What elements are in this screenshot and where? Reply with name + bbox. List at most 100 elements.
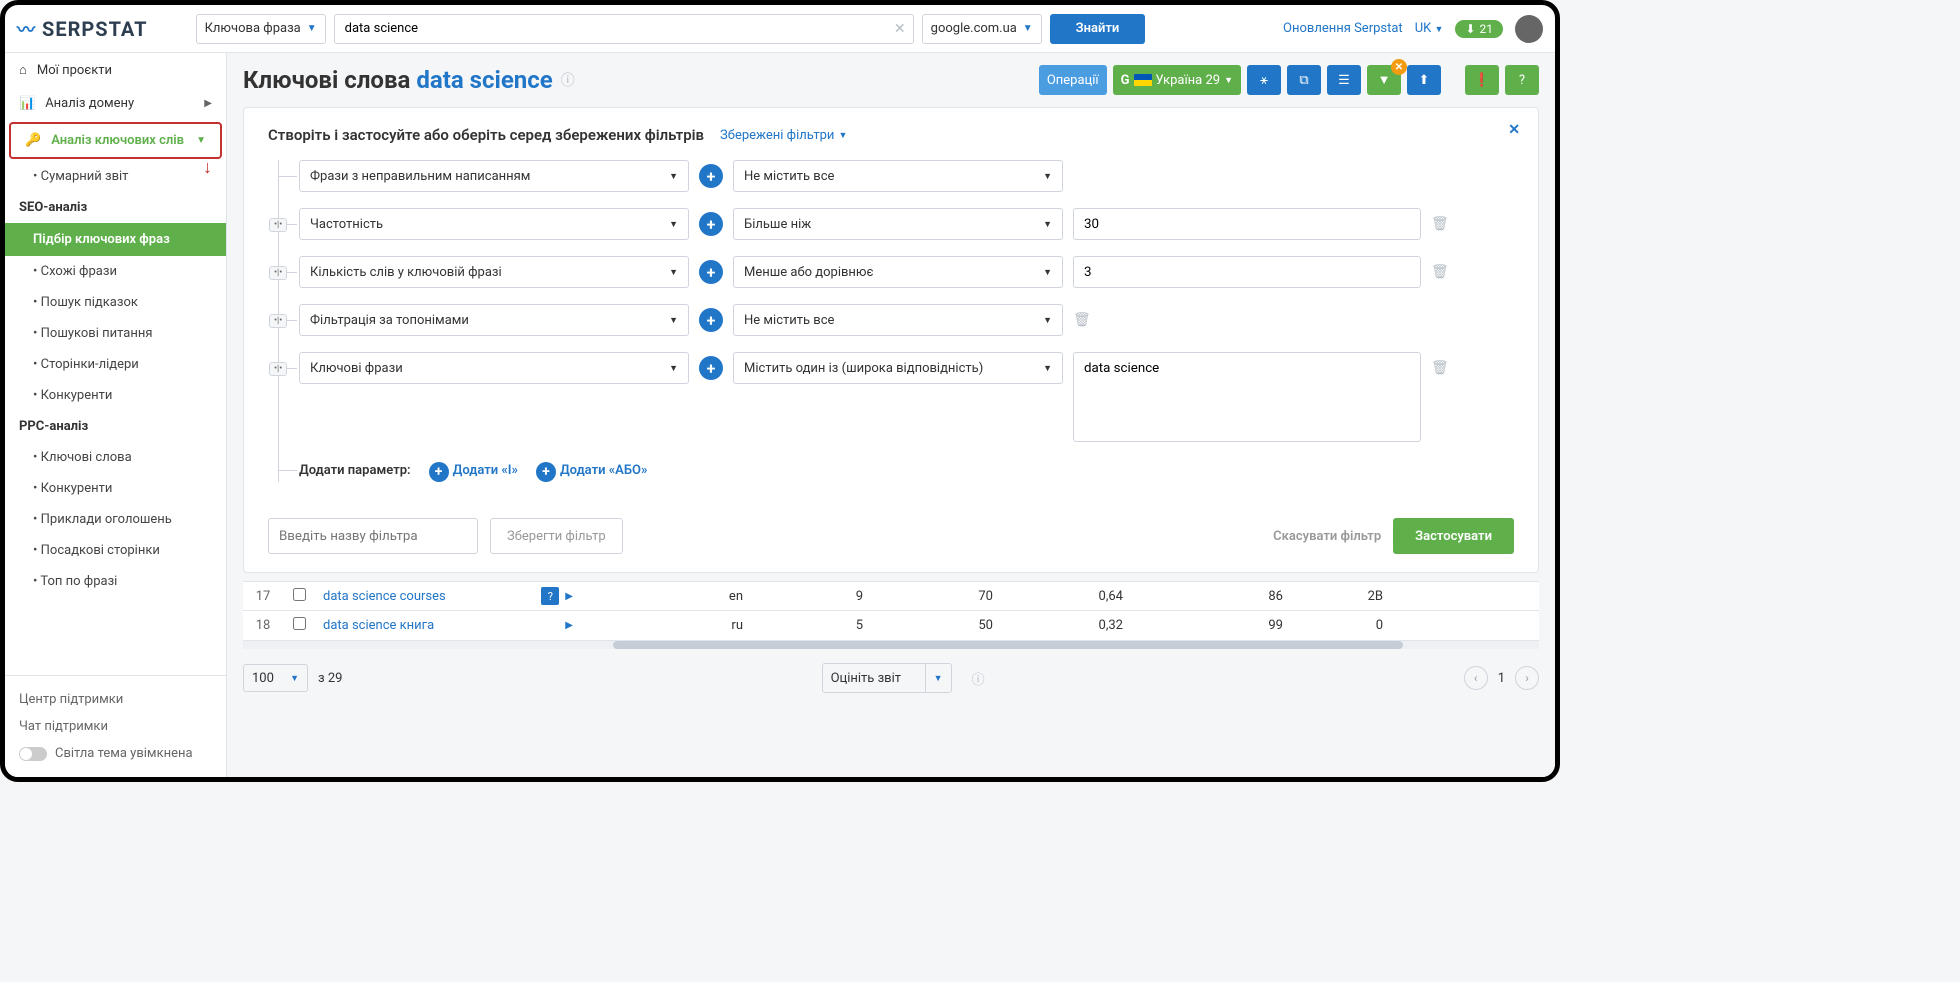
table-row: 17 data science courses ? ▶ en 9 70 0,64… — [243, 581, 1539, 611]
country-select[interactable]: G Україна 29 ▼ — [1113, 65, 1241, 95]
add-or-button[interactable]: +Додати «АБО» — [536, 458, 647, 482]
info-icon[interactable]: ⓘ — [972, 669, 985, 688]
lang-select[interactable]: UK ▼ — [1415, 21, 1444, 36]
or-badge: •|• — [269, 218, 287, 232]
support-center[interactable]: Центр підтримки — [19, 686, 212, 713]
sidebar-sub-ppc-keywords[interactable]: • Ключові слова — [5, 442, 226, 473]
filter-operator-select[interactable]: Менше або дорівнює▼ — [733, 256, 1063, 288]
horizontal-scrollbar[interactable] — [243, 641, 1539, 649]
keyword-cell[interactable]: data science книга ▶ — [313, 618, 583, 633]
filter-param-select[interactable]: Частотність▼ — [299, 208, 689, 240]
play-icon[interactable]: ▶ — [565, 591, 573, 602]
sidebar-item-domain[interactable]: 📊 Аналіз домену ▶ — [5, 87, 226, 120]
page-title: Ключові слова data science — [243, 66, 553, 94]
next-page-button[interactable]: › — [1515, 666, 1539, 690]
question-icon: ? — [1519, 73, 1525, 88]
filter-panel: ✕ Створіть і застосуйте або оберіть сере… — [243, 107, 1539, 573]
sidebar-sub-suggestions[interactable]: • Пошук підказок — [5, 287, 226, 318]
trash-icon[interactable]: 🗑 — [1431, 360, 1449, 376]
filter-value-input[interactable] — [1073, 208, 1421, 240]
filter-operator-select[interactable]: Не містить все▼ — [733, 304, 1063, 336]
toolbar-btn-1[interactable]: ⚹ — [1247, 65, 1281, 95]
keyword-cell[interactable]: data science courses ? ▶ — [313, 587, 583, 605]
filter-name-input[interactable] — [268, 518, 478, 554]
toolbar-btn-3[interactable]: ☰ — [1327, 65, 1361, 95]
add-condition-button[interactable]: + — [699, 260, 723, 284]
per-page-select[interactable]: 100 ▼ — [243, 664, 308, 692]
downloads-badge[interactable]: ⬇ 21 — [1455, 20, 1503, 38]
caret-down-icon: ▼ — [669, 267, 678, 278]
updates-link[interactable]: Оновлення Serpstat — [1283, 21, 1403, 36]
filter-button[interactable]: ▼ ✕ — [1367, 65, 1401, 95]
caret-down-icon: ▼ — [1043, 171, 1052, 182]
add-condition-button[interactable]: + — [699, 308, 723, 332]
download-icon: ⬇ — [1465, 22, 1475, 36]
apply-filter-button[interactable]: Застосувати — [1393, 518, 1514, 554]
region-select[interactable]: google.com.ua ▼ — [922, 14, 1042, 44]
filter-param-select[interactable]: Ключові фрази▼ — [299, 352, 689, 384]
trash-icon[interactable]: 🗑 — [1431, 264, 1449, 280]
prev-page-button[interactable]: ‹ — [1464, 666, 1488, 690]
feedback-button[interactable]: ❗ — [1465, 65, 1499, 95]
list-icon: ☰ — [1338, 73, 1350, 88]
sidebar-sub-ppc-top[interactable]: • Топ по фразі — [5, 566, 226, 597]
help-button[interactable]: ? — [1505, 65, 1539, 95]
search-mode-dropdown[interactable]: Ключова фраза ▼ — [196, 14, 326, 44]
sidebar-sub-toppages[interactable]: • Сторінки-лідери — [5, 349, 226, 380]
rate-report-select[interactable]: Оцініть звіт ▼ — [822, 663, 952, 693]
find-button[interactable]: Знайти — [1050, 14, 1146, 44]
sidebar-item-projects[interactable]: ⌂ Мої проєкти — [5, 53, 226, 87]
sidebar-sub-questions[interactable]: • Пошукові питання — [5, 318, 226, 349]
clear-icon[interactable]: ✕ — [894, 21, 906, 37]
operations-button[interactable]: Операції — [1039, 65, 1107, 95]
sidebar-sub-selection[interactable]: Підбір ключових фраз — [5, 223, 226, 256]
row-checkbox[interactable] — [293, 588, 306, 601]
export-button[interactable]: ⬆ — [1407, 65, 1441, 95]
theme-toggle[interactable]: Світла тема увімкнена — [19, 740, 212, 767]
add-condition-button[interactable]: + — [699, 212, 723, 236]
trash-icon[interactable]: 🗑 — [1073, 312, 1091, 328]
home-icon: ⌂ — [19, 62, 27, 78]
filter-operator-select[interactable]: Більше ніж▼ — [733, 208, 1063, 240]
row-checkbox[interactable] — [293, 617, 306, 630]
sidebar-sub-summary[interactable]: • Сумарний звіт — [5, 161, 226, 192]
close-icon[interactable]: ✕ — [1508, 122, 1520, 138]
saved-filters-link[interactable]: Збережені фільтри ▼ — [720, 128, 847, 143]
data-cell: 2B — [1293, 589, 1393, 604]
support-chat[interactable]: Чат підтримки — [19, 713, 212, 740]
data-cell: 50 — [873, 618, 1003, 633]
close-badge-icon[interactable]: ✕ — [1391, 59, 1407, 75]
save-filter-button[interactable]: Зберегти фільтр — [490, 518, 623, 554]
filter-param-select[interactable]: Кількість слів у ключовій фразі▼ — [299, 256, 689, 288]
data-cell: 9 — [753, 589, 873, 604]
caret-down-icon: ▼ — [290, 673, 299, 684]
filter-operator-select[interactable]: Не містить все▼ — [733, 160, 1063, 192]
filter-param-select[interactable]: Фрази з неправильним написанням▼ — [299, 160, 689, 192]
sidebar-sub-ppc-competitors[interactable]: • Конкуренти — [5, 473, 226, 504]
cancel-filter-button[interactable]: Скасувати фільтр — [1273, 529, 1381, 544]
info-icon[interactable]: ⓘ — [561, 70, 575, 90]
filter-value-input[interactable] — [1073, 256, 1421, 288]
play-icon[interactable]: ▶ — [565, 620, 573, 631]
trash-icon[interactable]: 🗑 — [1431, 216, 1449, 232]
scroll-thumb[interactable] — [613, 641, 1403, 649]
sidebar-sub-ppc-landing[interactable]: • Посадкові сторінки — [5, 535, 226, 566]
filter-operator-select[interactable]: Містить один із (широка відповідність)▼ — [733, 352, 1063, 384]
search-input[interactable] — [334, 14, 914, 44]
add-condition-button[interactable]: + — [699, 356, 723, 380]
logo[interactable]: 〰 SERPSTAT — [17, 16, 148, 42]
avatar[interactable] — [1515, 15, 1543, 43]
filter-value-textarea[interactable]: data science — [1073, 352, 1421, 442]
row-number: 17 — [243, 589, 283, 604]
data-cell: 86 — [1133, 589, 1293, 604]
sidebar-sub-ppc-ads[interactable]: • Приклади оголошень — [5, 504, 226, 535]
key-icon: ⚹ — [1260, 73, 1268, 88]
sidebar-sub-related[interactable]: • Схожі фрази — [5, 256, 226, 287]
toolbar-btn-2[interactable]: ⧉ — [1287, 65, 1321, 95]
chart-icon: 📊 — [19, 96, 35, 111]
sidebar-item-keywords[interactable]: 🔑 Аналіз ключових слів ▼ ↓ — [9, 122, 222, 159]
sidebar-sub-competitors[interactable]: • Конкуренти — [5, 380, 226, 411]
filter-param-select[interactable]: Фільтрація за топонімами▼ — [299, 304, 689, 336]
add-condition-button[interactable]: + — [699, 164, 723, 188]
add-and-button[interactable]: +Додати «І» — [429, 458, 518, 482]
